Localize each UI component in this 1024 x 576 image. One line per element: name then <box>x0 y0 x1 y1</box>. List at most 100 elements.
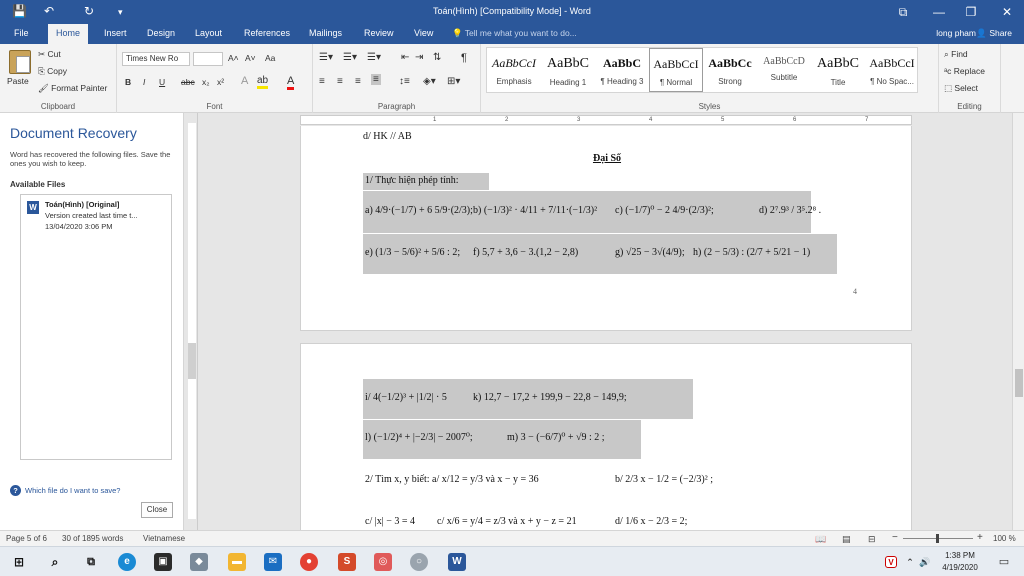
shrink-font-button[interactable]: A˅ <box>245 53 256 63</box>
style-heading-1[interactable]: AaBbC Heading 1 <box>541 48 595 92</box>
edge-browser-icon[interactable]: e <box>118 553 136 571</box>
word-taskbar-icon[interactable]: W <box>448 553 466 571</box>
grow-font-button[interactable]: A˄ <box>228 53 239 63</box>
subscript-button[interactable]: x₂ <box>202 77 210 87</box>
tab-review[interactable]: Review <box>356 24 402 44</box>
language-indicator[interactable]: Vietnamese <box>143 534 185 543</box>
multilevel-list-icon[interactable]: ☰▾ <box>367 52 381 63</box>
document-area[interactable]: d/ HK // AB Đại Số 1/ Thực hiện phép tín… <box>198 126 1012 530</box>
tell-me-search[interactable]: 💡 Tell me what you want to do... <box>452 24 577 43</box>
status-bar: Page 5 of 6 30 of 1895 words Vietnamese … <box>0 530 1024 546</box>
underline-button[interactable]: U <box>159 77 165 87</box>
paste-button[interactable]: Paste <box>7 76 29 86</box>
decrease-indent-icon[interactable]: ⇤ <box>401 52 409 63</box>
align-center-icon[interactable]: ≡ <box>337 76 343 87</box>
font-name-combo[interactable]: Times New Ro <box>122 52 190 66</box>
scrollbar-thumb[interactable] <box>1015 369 1023 397</box>
mail-icon[interactable]: ✉ <box>264 553 282 571</box>
document-page-5[interactable]: i/ 4(−1/2)³ + |1/2| · 5 k) 12,7 − 17,2 +… <box>300 343 912 530</box>
tab-home[interactable]: Home <box>48 24 89 44</box>
style-normal[interactable]: AaBbCcI ¶ Normal <box>649 48 703 92</box>
close-button[interactable]: ✕ <box>992 2 1022 22</box>
paste-icon[interactable] <box>9 50 31 74</box>
numbering-icon[interactable]: ☰▾ <box>343 52 357 63</box>
cut-button[interactable]: ✂ Cut <box>38 49 61 60</box>
file-explorer-icon[interactable]: ▬ <box>228 553 246 571</box>
show-formatting-button[interactable]: ¶ <box>461 52 467 64</box>
page-indicator[interactable]: Page 5 of 6 <box>6 534 47 543</box>
tab-design[interactable]: Design <box>139 24 183 44</box>
style-subtitle[interactable]: AaBbCcD Subtitle <box>757 48 811 92</box>
zoom-in-button[interactable]: + <box>977 532 983 543</box>
style-strong[interactable]: AaBbCc Strong <box>703 48 757 92</box>
bold-button[interactable]: B <box>125 77 131 87</box>
change-case-button[interactable]: Aa <box>265 53 275 63</box>
font-color-icon[interactable]: A <box>287 75 295 90</box>
store-icon[interactable]: ▣ <box>154 553 172 571</box>
format-painter-button[interactable]: 🖌 Format Painter <box>38 83 107 94</box>
line-spacing-icon[interactable]: ↕≡ <box>399 76 410 87</box>
strikethrough-button[interactable]: abc <box>181 77 195 87</box>
tab-references[interactable]: References <box>236 24 298 44</box>
share-button[interactable]: 👤 Share <box>976 24 1012 43</box>
chrome-icon[interactable]: ● <box>300 553 318 571</box>
taskbar-clock[interactable]: 1:38 PM 4/19/2020 <box>933 550 987 574</box>
ribbon-display-options-button[interactable]: ⧉ <box>888 2 918 22</box>
vertical-scrollbar[interactable] <box>1012 113 1024 530</box>
word-count[interactable]: 30 of 1895 words <box>62 534 123 543</box>
align-right-icon[interactable]: ≡ <box>355 76 361 87</box>
tab-mailings[interactable]: Mailings <box>301 24 350 44</box>
style-title[interactable]: AaBbC Title <box>811 48 865 92</box>
antivirus-tray-icon[interactable]: V <box>885 556 897 568</box>
style-no-spacing[interactable]: AaBbCcI ¶ No Spac... <box>865 48 919 92</box>
bullets-icon[interactable]: ☰▾ <box>319 52 333 63</box>
read-mode-icon[interactable]: 📖 <box>815 534 826 545</box>
exercise-k: k) 12,7 − 17,2 + 199,9 − 22,8 − 149,9; <box>473 392 627 403</box>
tab-view[interactable]: View <box>406 24 441 44</box>
align-left-icon[interactable]: ≡ <box>319 76 325 87</box>
style-sample: AaBbC <box>817 56 859 71</box>
web-layout-icon[interactable]: ⊟ <box>868 534 876 545</box>
highlight-icon[interactable]: ab <box>257 75 269 89</box>
replace-button[interactable]: ᵃc Replace <box>944 66 985 76</box>
justify-icon[interactable]: ≡ <box>371 74 381 85</box>
style-heading-3[interactable]: AaBbC ¶ Heading 3 <box>595 48 649 92</box>
recovery-close-button[interactable]: Close <box>141 502 173 518</box>
action-center-icon[interactable]: ▭ <box>995 553 1013 571</box>
tab-file[interactable]: File <box>6 24 37 44</box>
app-icon[interactable]: ◎ <box>374 553 392 571</box>
zoom-slider-knob[interactable] <box>936 534 939 543</box>
zoom-out-button[interactable]: − <box>892 532 898 543</box>
app-icon[interactable]: ○ <box>410 553 428 571</box>
tab-layout[interactable]: Layout <box>187 24 230 44</box>
search-icon[interactable]: ⌕ <box>46 553 64 571</box>
style-emphasis[interactable]: AaBbCcI Emphasis <box>487 48 541 92</box>
sort-icon[interactable]: ⇅ <box>433 52 441 63</box>
find-button[interactable]: ⌕ Find <box>944 49 968 60</box>
shading-icon[interactable]: ◈▾ <box>423 76 436 87</box>
borders-icon[interactable]: ⊞▾ <box>447 76 460 87</box>
text-effects-icon[interactable]: A <box>241 75 248 87</box>
app-icon[interactable]: ◆ <box>190 553 208 571</box>
print-layout-icon[interactable]: ▤ <box>842 534 851 545</box>
minimize-button[interactable]: — <box>924 2 954 22</box>
app-icon[interactable]: S <box>338 553 356 571</box>
document-page-4[interactable]: d/ HK // AB Đại Số 1/ Thực hiện phép tín… <box>300 126 912 331</box>
windows-start-icon[interactable]: ⊞ <box>10 553 28 571</box>
increase-indent-icon[interactable]: ⇥ <box>415 52 423 63</box>
task-view-icon[interactable]: ⧉ <box>82 553 100 571</box>
styles-gallery: AaBbCcI Emphasis AaBbC Heading 1 AaBbC ¶ He… <box>486 47 918 93</box>
superscript-button[interactable]: x² <box>217 77 224 87</box>
restore-button[interactable]: ❐ <box>956 2 986 22</box>
zoom-level[interactable]: 100 % <box>993 534 1016 543</box>
volume-icon[interactable]: 🔊 <box>916 553 934 571</box>
exercise-2c: c/ |x| − 3 = 4 <box>365 516 415 527</box>
help-link[interactable]: ? Which file do I want to save? <box>10 485 120 496</box>
account-name[interactable]: long pham <box>936 24 976 43</box>
recovered-file-name[interactable]: Toán(Hình) [Original] <box>45 200 119 209</box>
tab-insert[interactable]: Insert <box>96 24 135 44</box>
copy-button[interactable]: ⎘ Copy <box>38 66 67 77</box>
select-button[interactable]: ⬚ Select <box>944 83 978 94</box>
italic-button[interactable]: I <box>143 77 145 87</box>
font-size-combo[interactable] <box>193 52 223 66</box>
